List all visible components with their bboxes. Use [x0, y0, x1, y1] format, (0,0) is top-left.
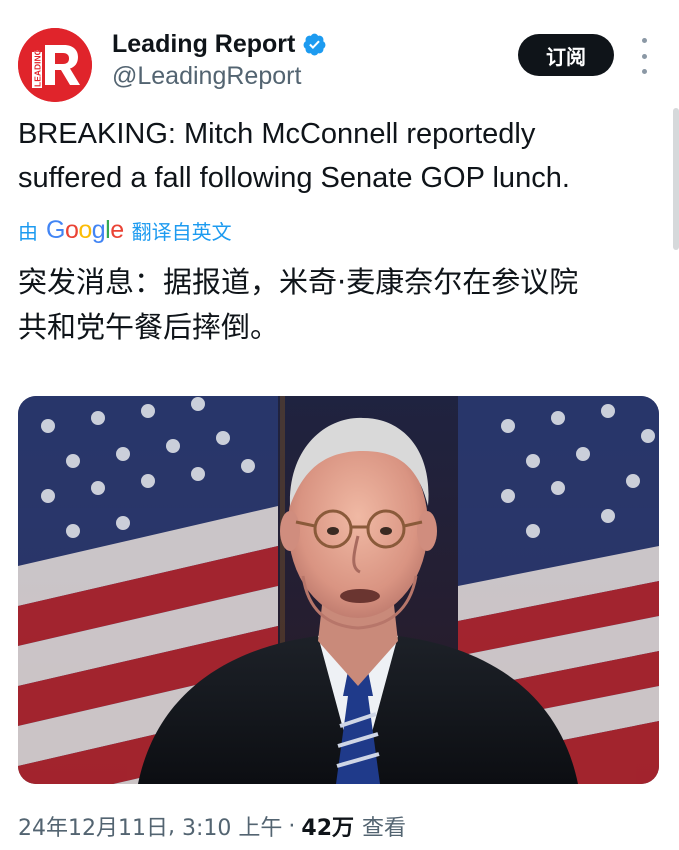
translated-text: 突发消息：据报道，米奇·麦康奈尔在参议院 共和党午餐后摔倒。: [18, 260, 668, 350]
views-label: 查看: [362, 816, 407, 841]
views-count[interactable]: 42万: [301, 810, 354, 842]
author-block: Leading Report @LeadingReport: [112, 28, 327, 91]
verified-badge-icon[interactable]: [302, 32, 327, 57]
meta-separator: ·: [288, 813, 296, 839]
tweet-meta: 24年12月11日 , 3:10 上午 · 42万 查看: [18, 810, 406, 842]
photo-illustration: [18, 396, 659, 784]
tweet-text: BREAKING: Mitch McConnell reportedly suf…: [18, 112, 668, 200]
author-handle[interactable]: @LeadingReport: [112, 62, 327, 91]
tweet-text-line: BREAKING: Mitch McConnell reportedly: [18, 118, 536, 150]
display-name-row: Leading Report: [112, 28, 327, 60]
tweet-time[interactable]: 3:10 上午: [182, 810, 282, 842]
tweet-text-line: suffered a fall following Senate GOP lun…: [18, 162, 570, 194]
tweet-date[interactable]: 24年12月11日: [18, 810, 168, 842]
more-vertical-icon[interactable]: [634, 38, 654, 74]
translate-suffix: 翻译自英文: [131, 219, 232, 244]
leading-report-logo: LEADING LEADING: [18, 28, 92, 102]
translate-prefix: 由: [18, 219, 38, 244]
svg-text:LEADING: LEADING: [33, 48, 43, 87]
meta-comma: ,: [167, 813, 182, 839]
display-name[interactable]: Leading Report: [112, 30, 295, 59]
scrollbar[interactable]: [673, 108, 679, 250]
translation-attribution[interactable]: 由 Google 翻译自英文: [18, 214, 232, 246]
translated-text-line: 共和党午餐后摔倒。: [18, 310, 280, 344]
avatar[interactable]: LEADING LEADING: [18, 28, 92, 102]
tweet-card: LEADING LEADING Leading Report @LeadingR…: [0, 0, 679, 850]
translated-text-line: 突发消息：据报道，米奇·麦康奈尔在参议院: [18, 265, 579, 299]
google-logo: Google: [46, 215, 124, 244]
subscribe-button[interactable]: 订阅: [518, 34, 614, 76]
tweet-photo[interactable]: [18, 396, 659, 784]
